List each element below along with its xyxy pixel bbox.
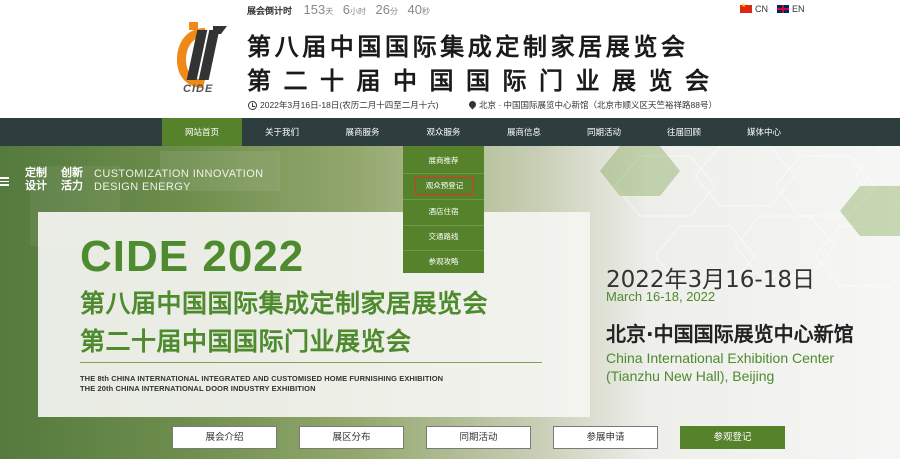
banner-en-line1: THE 8th CHINA INTERNATIONAL INTEGRATED A… [80, 374, 444, 383]
banner-venue-en-2: (Tianzhu New Hall), Beijing [606, 368, 775, 384]
dropdown-item-transport[interactable]: 交通路线 [403, 227, 484, 247]
main-nav: 网站首页 关于我们 展商服务 观众服务 展商信息 同期活动 往届回顾 媒体中心 [0, 118, 900, 146]
uk-flag-icon [777, 5, 789, 13]
event-location-text: 北京 · 中国国际展览中心新馆（北京市顺义区天竺裕祥路88号） [479, 100, 718, 110]
banner-en-line2: THE 20th CHINA INTERNATIONAL DOOR INDUST… [80, 384, 316, 393]
dropdown-separator [403, 199, 484, 200]
dropdown-item-exhibitor-recommend[interactable]: 展商推荐 [403, 151, 484, 171]
countdown-hours-unit: 小时 [349, 7, 366, 16]
concurrent-events-button[interactable]: 同期活动 [426, 426, 531, 449]
countdown-hours: 6 [342, 2, 350, 17]
visitor-register-button[interactable]: 参观登记 [680, 426, 785, 449]
dropdown-separator [403, 173, 484, 174]
tagline-cn-right: 创新 活力 [61, 167, 83, 193]
dropdown-item-visitor-preregister[interactable]: 观众预登记 [414, 176, 475, 196]
china-flag-icon [740, 2, 752, 13]
event-location-info: 北京 · 中国国际展览中心新馆（北京市顺义区天竺裕祥路88号） [469, 99, 717, 111]
tagline-cn-4: 活力 [61, 180, 83, 192]
countdown-minutes: 26 [375, 2, 390, 17]
countdown-days-unit: 天 [325, 7, 334, 16]
nav-item-media-center[interactable]: 媒体中心 [724, 118, 804, 146]
tagline-en-2: DESIGN ENERGY [94, 181, 191, 193]
tagline-cn-3: 创新 [61, 167, 83, 179]
exhibition-intro-button[interactable]: 展会介绍 [172, 426, 277, 449]
lang-en-label: EN [792, 4, 805, 14]
lang-en-link[interactable]: EN [777, 4, 805, 14]
dropdown-item-visit-guide[interactable]: 参观攻略 [403, 252, 484, 272]
nav-item-concurrent-events[interactable]: 同期活动 [564, 118, 644, 146]
banner-cn-line2: 第二十届中国国际门业展览会 [80, 327, 412, 356]
nav-item-exhibitor-services[interactable]: 展商服务 [322, 118, 403, 146]
countdown-seconds: 40 [407, 2, 422, 17]
nav-item-home[interactable]: 网站首页 [162, 118, 242, 146]
countdown-seconds-unit: 秒 [421, 7, 430, 16]
logo-text: CIDE [183, 83, 214, 95]
tagline-en-1: CUSTOMIZATION INNOVATION [94, 168, 264, 180]
dropdown-separator [403, 225, 484, 226]
countdown-minutes-unit: 分 [389, 7, 398, 16]
nav-item-exhibitor-info[interactable]: 展商信息 [484, 118, 564, 146]
lang-cn-label: CN [755, 4, 768, 14]
banner-date-en: March 16-18, 2022 [606, 289, 716, 304]
nav-item-past-review[interactable]: 往届回顾 [644, 118, 724, 146]
menu-icon[interactable] [0, 177, 9, 186]
site-title-line1: 第八届中国国际集成定制家居展览会 [247, 33, 689, 61]
exhibit-apply-button[interactable]: 参展申请 [553, 426, 658, 449]
nav-item-about[interactable]: 关于我们 [242, 118, 322, 146]
countdown-days: 153 [303, 2, 326, 17]
visitor-services-dropdown: 展商推荐 观众预登记 酒店住宿 交通路线 参观攻略 [403, 146, 484, 273]
tagline-cn-1: 定制 [25, 167, 47, 179]
lang-cn-link[interactable]: CN [740, 2, 768, 14]
tagline-cn-left: 定制 设计 [25, 167, 47, 193]
banner-divider [80, 362, 542, 363]
hall-layout-button[interactable]: 展区分布 [299, 426, 404, 449]
nav-item-visitor-services[interactable]: 观众服务 [403, 118, 484, 146]
banner-venue-en-1: China International Exhibition Center [606, 350, 835, 366]
event-date-info: 2022年3月16日-18日(农历二月十四至二月十六) [248, 99, 439, 111]
event-date-text: 2022年3月16日-18日(农历二月十四至二月十六) [260, 100, 439, 110]
site-title-line2: 第二十届中国国际门业展览会 [247, 67, 722, 95]
site-header: 展会倒计时 153天 6小时 26分 40秒 CN EN CIDE 第八届中国国… [0, 0, 900, 118]
banner-venue-cn: 北京·中国国际展览中心新馆 [606, 322, 854, 346]
dropdown-separator [403, 250, 484, 251]
countdown: 展会倒计时 153天 6小时 26分 40秒 [247, 2, 434, 17]
tagline-cn-2: 设计 [25, 180, 47, 192]
tagline-en: CUSTOMIZATION INNOVATION DESIGN ENERGY [94, 168, 264, 194]
clock-icon [248, 100, 257, 110]
countdown-label: 展会倒计时 [247, 6, 293, 16]
banner-cn-line1: 第八届中国国际集成定制家居展览会 [80, 289, 489, 318]
banner-headline: CIDE 2022 [80, 232, 305, 281]
dropdown-item-hotel[interactable]: 酒店住宿 [403, 202, 484, 222]
location-pin-icon [469, 101, 476, 110]
